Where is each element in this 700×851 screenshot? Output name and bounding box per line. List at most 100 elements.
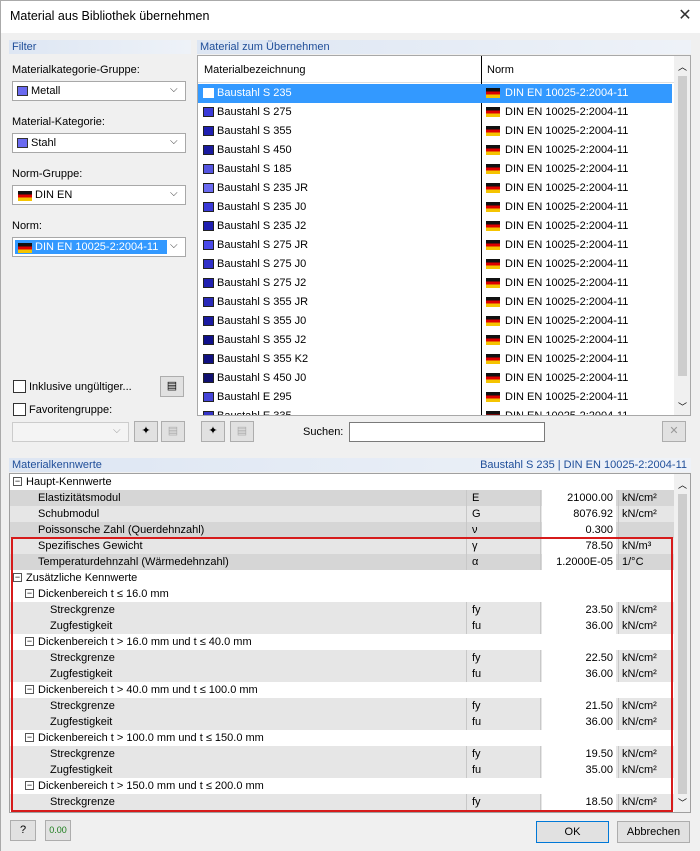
parameter-value[interactable]: 36.00 xyxy=(542,666,616,682)
filter-settings-button[interactable]: ▤ xyxy=(160,376,184,397)
column-header-norm[interactable]: Norm xyxy=(487,64,514,76)
parameter-value[interactable]: 23.50 xyxy=(542,602,616,618)
parameter-value[interactable]: 18.50 xyxy=(542,794,616,810)
scroll-thumb[interactable] xyxy=(678,76,687,376)
search-input[interactable] xyxy=(349,422,545,442)
category-combo[interactable]: Stahl ⌵ xyxy=(12,133,186,153)
thickness-range-header[interactable]: − Dickenbereich t ≤ 16.0 mm xyxy=(10,586,676,602)
window-title: Material aus Bibliothek übernehmen xyxy=(10,9,210,23)
material-row[interactable]: Baustahl S 355 DIN EN 10025-2:2004-11 xyxy=(198,122,672,141)
grid-line xyxy=(540,794,541,810)
material-name: Baustahl S 275 J0 xyxy=(217,258,307,270)
parameter-name: Temperaturdehnzahl (Wärmedehnzahl) xyxy=(38,556,229,568)
material-row[interactable]: Baustahl S 450 J0 DIN EN 10025-2:2004-11 xyxy=(198,369,672,388)
material-row[interactable]: Baustahl S 235 J0 DIN EN 10025-2:2004-11 xyxy=(198,198,672,217)
parameter-value[interactable]: 1.2000E-05 xyxy=(542,554,616,570)
material-row[interactable]: Baustahl S 355 JR DIN EN 10025-2:2004-11 xyxy=(198,293,672,312)
collapse-icon[interactable]: − xyxy=(25,637,34,646)
parameter-symbol: fy xyxy=(472,604,481,616)
grid-line xyxy=(618,746,619,762)
favorites-checkbox[interactable] xyxy=(13,403,26,416)
category-group-combo[interactable]: Metall ⌵ xyxy=(12,81,186,101)
material-norm: DIN EN 10025-2:2004-11 xyxy=(505,87,629,99)
thickness-range-header[interactable]: − Dickenbereich t > 16.0 mm und t ≤ 40.0 … xyxy=(10,634,676,650)
norm-group-combo[interactable]: DIN EN ⌵ xyxy=(12,185,186,205)
close-icon[interactable]: ✕ xyxy=(673,4,697,28)
parameter-value[interactable]: 78.50 xyxy=(542,538,616,554)
favorites-combo[interactable]: ⌵ xyxy=(12,422,129,442)
parameter-unit: kN/cm² xyxy=(622,764,657,776)
scroll-up-icon[interactable]: ︿ xyxy=(678,60,687,73)
material-row[interactable]: Baustahl S 355 K2 DIN EN 10025-2:2004-11 xyxy=(198,350,672,369)
properties-scrollbar[interactable]: ︿ ﹀ xyxy=(674,474,690,812)
grid-line xyxy=(618,762,619,778)
parameter-value[interactable]: 8076.92 xyxy=(542,506,616,522)
help-button[interactable]: ? xyxy=(10,820,36,841)
scroll-down-icon[interactable]: ﹀ xyxy=(678,400,687,413)
scroll-thumb[interactable] xyxy=(678,494,687,794)
material-row[interactable]: Baustahl E 295 DIN EN 10025-2:2004-11 xyxy=(198,388,672,407)
material-row[interactable]: Baustahl S 275 JR DIN EN 10025-2:2004-11 xyxy=(198,236,672,255)
include-invalid-checkbox[interactable] xyxy=(13,380,26,393)
material-row[interactable]: Baustahl S 235 J2 DIN EN 10025-2:2004-11 xyxy=(198,217,672,236)
collapse-icon[interactable]: − xyxy=(25,589,34,598)
scroll-down-icon[interactable]: ﹀ xyxy=(678,796,687,809)
collapse-icon[interactable]: − xyxy=(25,781,34,790)
material-row[interactable]: Baustahl S 355 J0 DIN EN 10025-2:2004-11 xyxy=(198,312,672,331)
parameter-value[interactable]: 19.50 xyxy=(542,746,616,762)
parameter-value[interactable]: 36.00 xyxy=(542,618,616,634)
material-color-swatch-icon xyxy=(203,202,214,212)
material-row[interactable]: Baustahl S 275 DIN EN 10025-2:2004-11 xyxy=(198,103,672,122)
material-row[interactable]: Baustahl E 335 DIN EN 10025-2:2004-11 xyxy=(198,407,672,415)
parameter-value[interactable]: 21.50 xyxy=(542,698,616,714)
collapse-icon[interactable]: − xyxy=(25,685,34,694)
thickness-range-header[interactable]: − Dickenbereich t > 150.0 mm und t ≤ 200.… xyxy=(10,778,676,794)
column-header-name[interactable]: Materialbezeichnung xyxy=(204,64,306,76)
material-row[interactable]: Baustahl S 450 DIN EN 10025-2:2004-11 xyxy=(198,141,672,160)
material-list[interactable]: Materialbezeichnung Norm Baustahl S 235 D… xyxy=(197,55,691,416)
parameter-value[interactable]: 21000.00 xyxy=(542,490,616,506)
grid-line xyxy=(618,666,619,682)
cancel-button[interactable]: Abbrechen xyxy=(617,821,690,843)
properties-grid[interactable]: − Haupt-Kennwerte Elastizitätsmodul E 21000.… xyxy=(9,473,691,813)
parameter-name: Streckgrenze xyxy=(50,604,115,616)
main-group-header[interactable]: − Haupt-Kennwerte xyxy=(10,474,676,490)
material-row[interactable]: Baustahl S 185 DIN EN 10025-2:2004-11 xyxy=(198,160,672,179)
edit-material-button[interactable]: ▤ xyxy=(230,421,254,442)
edit-favorite-button[interactable]: ▤ xyxy=(161,421,185,442)
thickness-range-header[interactable]: − Dickenbereich t > 100.0 mm und t ≤ 150.… xyxy=(10,730,676,746)
material-color-swatch-icon xyxy=(203,411,214,415)
ok-button[interactable]: OK xyxy=(536,821,609,843)
material-row[interactable]: Baustahl S 275 J2 DIN EN 10025-2:2004-11 xyxy=(198,274,672,293)
units-decimal-button[interactable]: 0.00 xyxy=(45,820,71,841)
new-material-button[interactable]: ✦ xyxy=(201,421,225,442)
new-favorite-button[interactable]: ✦ xyxy=(134,421,158,442)
thickness-range-header[interactable]: − Dickenbereich t > 40.0 mm und t ≤ 100.0… xyxy=(10,682,676,698)
parameter-value[interactable]: 0.300 xyxy=(542,522,616,538)
parameter-value[interactable]: 22.50 xyxy=(542,650,616,666)
grid-line xyxy=(618,698,619,714)
material-name: Baustahl S 235 JR xyxy=(217,182,309,194)
material-row[interactable]: Baustahl S 235 DIN EN 10025-2:2004-11 xyxy=(198,84,672,103)
collapse-icon[interactable]: − xyxy=(25,733,34,742)
collapse-icon[interactable]: − xyxy=(13,477,22,486)
material-row[interactable]: Baustahl S 275 J0 DIN EN 10025-2:2004-11 xyxy=(198,255,672,274)
parameter-value[interactable]: 36.00 xyxy=(542,714,616,730)
parameter-value[interactable]: 35.00 xyxy=(542,762,616,778)
extra-group-header-title: Zusätzliche Kennwerte xyxy=(26,572,138,584)
collapse-icon[interactable]: − xyxy=(13,573,22,582)
material-norm: DIN EN 10025-2:2004-11 xyxy=(505,106,629,118)
scroll-up-icon[interactable]: ︿ xyxy=(678,478,687,491)
material-norm: DIN EN 10025-2:2004-11 xyxy=(505,372,629,384)
material-name: Baustahl S 355 J2 xyxy=(217,334,307,346)
steel-color-swatch-icon xyxy=(17,138,28,148)
extra-group-header[interactable]: − Zusätzliche Kennwerte xyxy=(10,570,676,586)
material-row[interactable]: Baustahl S 355 J2 DIN EN 10025-2:2004-11 xyxy=(198,331,672,350)
parameter-unit: kN/cm² xyxy=(622,620,657,632)
material-color-swatch-icon xyxy=(203,221,214,231)
grid-line xyxy=(466,666,467,682)
clear-search-button[interactable]: ✕ xyxy=(662,421,686,442)
material-row[interactable]: Baustahl S 235 JR DIN EN 10025-2:2004-11 xyxy=(198,179,672,198)
material-list-scrollbar[interactable]: ︿ ﹀ xyxy=(674,56,690,415)
norm-combo[interactable]: DIN EN 10025-2:2004-11 ⌵ xyxy=(12,237,186,257)
